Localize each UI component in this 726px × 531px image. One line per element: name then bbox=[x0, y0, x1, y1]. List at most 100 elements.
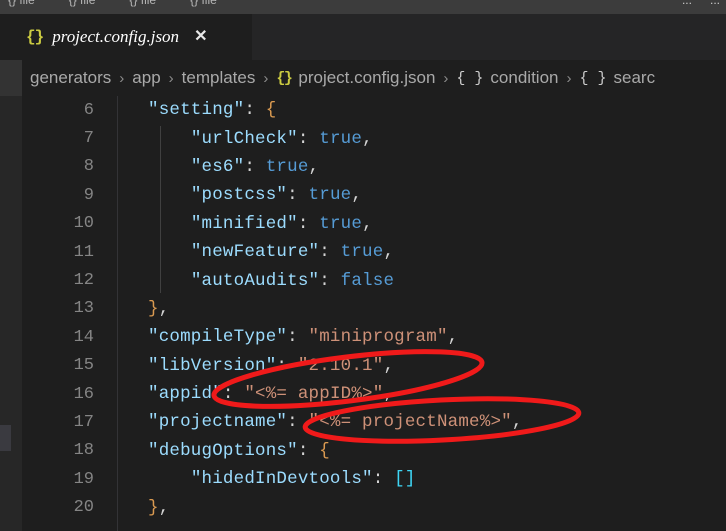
tab-label: project.config.json bbox=[52, 27, 180, 46]
toolbar-chip-3[interactable]: {} file bbox=[190, 0, 217, 7]
breadcrumb-item-app[interactable]: app bbox=[132, 68, 160, 88]
code-line[interactable]: 7 "urlCheck": true, bbox=[0, 124, 726, 152]
toolbar-right-item-1[interactable]: ... bbox=[710, 0, 720, 7]
code-token: : bbox=[244, 156, 266, 177]
line-content: "projectname": "<%= projectName%>", bbox=[106, 412, 726, 432]
breadcrumb: generators › app › templates › {} projec… bbox=[0, 60, 726, 96]
code-line[interactable]: 19 "hidedInDevtools": [] bbox=[0, 465, 726, 493]
code-line[interactable]: 20}, bbox=[0, 493, 726, 521]
line-content: "hidedInDevtools": [] bbox=[106, 469, 726, 489]
code-line[interactable]: 17 "projectname": "<%= projectName%>", bbox=[0, 408, 726, 436]
vscode-editor-window: {} file {} file {} file {} file ... ... … bbox=[0, 0, 726, 531]
code-token: true bbox=[319, 213, 363, 234]
code-token: : bbox=[319, 270, 341, 291]
breadcrumb-separator-icon: › bbox=[168, 69, 174, 87]
breadcrumb-label: generators bbox=[30, 68, 112, 87]
close-icon[interactable]: ✕ bbox=[194, 29, 207, 45]
line-content: }, bbox=[106, 299, 726, 319]
top-toolbar-right-items: ... ... bbox=[682, 0, 720, 13]
code-line[interactable]: 9 "postcss": true, bbox=[0, 181, 726, 209]
code-token: : bbox=[319, 242, 341, 263]
breadcrumb-item-search[interactable]: { } searc bbox=[579, 68, 655, 88]
code-editor[interactable]: 6 "setting": {7 "urlCheck": true, 8 "es6":… bbox=[0, 96, 726, 531]
code-token: true bbox=[340, 242, 384, 263]
code-line[interactable]: 12 "autoAudits": false bbox=[0, 266, 726, 294]
toolbar-chip-2[interactable]: {} file bbox=[129, 0, 156, 7]
code-token: true bbox=[308, 185, 352, 206]
code-token: { bbox=[265, 100, 277, 121]
tab-project-config-json[interactable]: {} project.config.json ✕ bbox=[0, 14, 252, 60]
toolbar-chip-0[interactable]: {} file bbox=[8, 0, 35, 7]
object-symbol-icon: { } bbox=[579, 69, 607, 87]
json-braces-icon: {} bbox=[26, 28, 44, 46]
code-line[interactable]: 11 "newFeature": true, bbox=[0, 238, 726, 266]
code-line[interactable]: 13}, bbox=[0, 295, 726, 323]
code-line[interactable]: 16 "appid": "<%= appID%>", bbox=[0, 380, 726, 408]
code-token: , bbox=[308, 156, 320, 177]
code-token: false bbox=[340, 270, 395, 291]
code-token: "<%= projectName%>" bbox=[308, 412, 512, 433]
code-token: , bbox=[351, 185, 363, 206]
code-token: "urlCheck" bbox=[190, 128, 298, 149]
code-line[interactable]: 14 "compileType": "miniprogram", bbox=[0, 323, 726, 351]
line-content: "debugOptions": { bbox=[106, 441, 726, 461]
code-token: , bbox=[362, 213, 373, 234]
breadcrumb-separator-icon: › bbox=[263, 69, 269, 87]
code-token: : bbox=[372, 469, 395, 490]
code-token: , bbox=[511, 412, 523, 433]
code-token: , bbox=[362, 128, 373, 149]
code-token: "newFeature" bbox=[190, 242, 320, 263]
breadcrumb-separator-icon: › bbox=[566, 69, 572, 87]
code-line[interactable]: 10 "minified": true, bbox=[0, 210, 726, 238]
code-line[interactable]: 8 "es6": true, bbox=[0, 153, 726, 181]
code-line[interactable]: 6 "setting": { bbox=[0, 96, 726, 124]
toolbar-right-item-0[interactable]: ... bbox=[682, 0, 692, 7]
code-token: , bbox=[158, 298, 170, 319]
breadcrumb-separator-icon: › bbox=[443, 69, 449, 87]
code-token: [] bbox=[394, 469, 416, 490]
code-token: "autoAudits" bbox=[190, 270, 320, 291]
json-braces-icon: {} bbox=[276, 69, 293, 87]
code-token: , bbox=[383, 355, 395, 376]
line-content: "autoAudits": false bbox=[106, 271, 726, 291]
code-token: } bbox=[148, 497, 159, 518]
code-token: } bbox=[148, 298, 159, 319]
top-toolbar-items: {} file {} file {} file {} file bbox=[0, 0, 726, 13]
line-content: "setting": { bbox=[106, 100, 726, 120]
code-token: "compileType" bbox=[148, 327, 288, 348]
breadcrumb-item-templates[interactable]: templates bbox=[182, 68, 256, 88]
line-content: "urlCheck": true, bbox=[106, 129, 726, 149]
scrollbar-thumb[interactable] bbox=[0, 425, 11, 451]
breadcrumb-item-project-config-json[interactable]: {} project.config.json bbox=[276, 68, 435, 88]
code-token: "setting" bbox=[148, 100, 245, 121]
breadcrumb-item-generators[interactable]: generators bbox=[30, 68, 111, 88]
top-toolbar-strip: {} file {} file {} file {} file ... ... bbox=[0, 0, 726, 14]
code-token: : bbox=[276, 355, 298, 376]
object-symbol-icon: { } bbox=[456, 69, 484, 87]
line-content: "postcss": true, bbox=[106, 185, 726, 205]
code-token: "hidedInDevtools" bbox=[190, 469, 373, 490]
toolbar-chip-1[interactable]: {} file bbox=[69, 0, 96, 7]
editor-tab-bar: {} project.config.json ✕ bbox=[0, 14, 726, 60]
code-token: : bbox=[287, 412, 309, 433]
line-content: "compileType": "miniprogram", bbox=[106, 327, 726, 347]
line-content: "es6": true, bbox=[106, 157, 726, 177]
code-token: "projectname" bbox=[148, 412, 288, 433]
code-token: "<%= appID%>" bbox=[244, 384, 384, 405]
code-token: "postcss" bbox=[190, 185, 288, 206]
code-token: , bbox=[447, 327, 459, 348]
code-token: { bbox=[319, 440, 330, 461]
code-line[interactable]: 18 "debugOptions": { bbox=[0, 437, 726, 465]
breadcrumb-item-condition[interactable]: { } condition bbox=[456, 68, 558, 88]
breadcrumb-separator-icon: › bbox=[119, 69, 125, 87]
code-lines: 6 "setting": {7 "urlCheck": true, 8 "es6":… bbox=[0, 96, 726, 522]
left-edge-rail-top bbox=[0, 60, 22, 96]
breadcrumb-label: searc bbox=[613, 68, 656, 87]
code-line[interactable]: 15 "libVersion": "2.10.1", bbox=[0, 352, 726, 380]
code-token: "libVersion" bbox=[148, 355, 277, 376]
code-token: "minified" bbox=[190, 213, 298, 234]
breadcrumb-label: project.config.json bbox=[298, 68, 436, 87]
line-content: "appid": "<%= appID%>", bbox=[106, 384, 726, 404]
line-content: "libVersion": "2.10.1", bbox=[106, 356, 726, 376]
code-token: : bbox=[297, 128, 320, 149]
